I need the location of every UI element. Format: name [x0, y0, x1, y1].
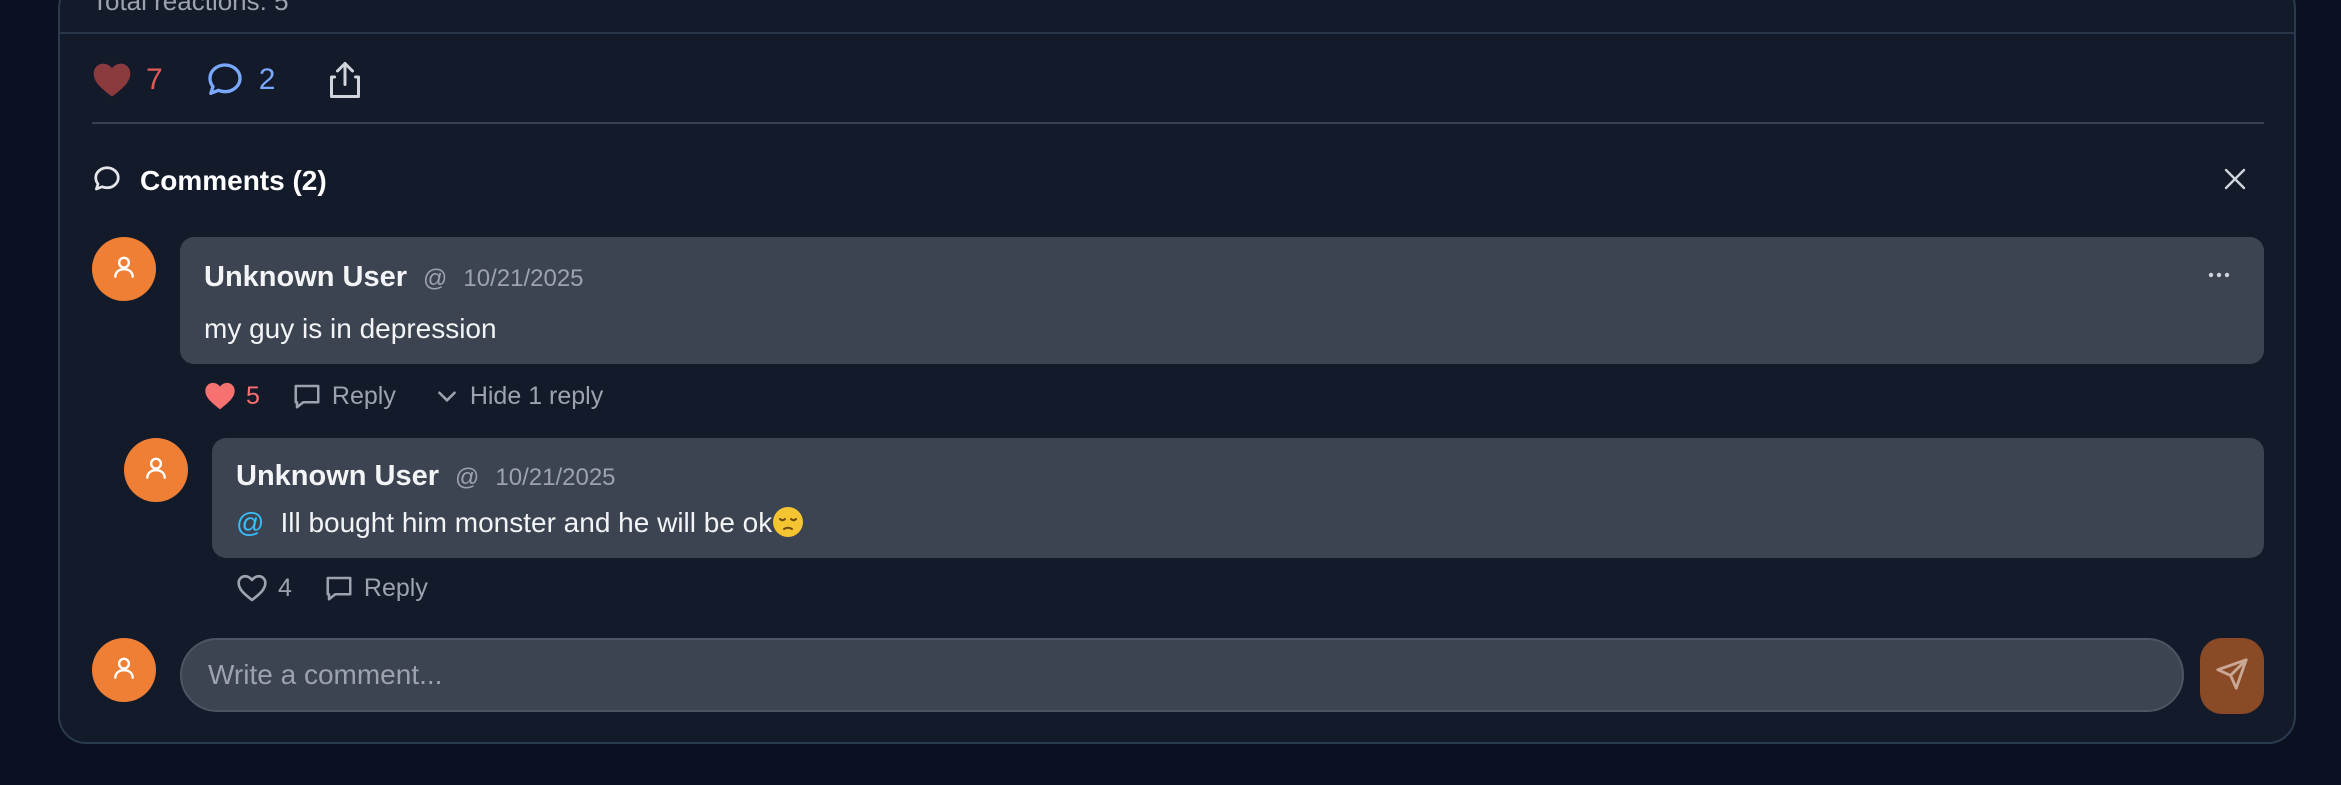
pensive-face-icon	[772, 506, 804, 538]
comment-text: my guy is in depression	[204, 313, 497, 344]
comment-at-symbol: @	[423, 265, 448, 292]
share-icon	[327, 60, 363, 100]
actions-divider	[92, 122, 2264, 124]
reply-reply-label: Reply	[363, 573, 428, 602]
heart-filled-icon	[204, 381, 246, 411]
user-icon	[111, 655, 137, 686]
comment-outline-icon	[92, 164, 122, 199]
comment-input[interactable]	[182, 640, 2182, 710]
post-actions-bar: 7 2	[92, 54, 363, 106]
user-icon	[111, 254, 137, 285]
comment-reply-label: Reply	[331, 381, 396, 410]
more-horizontal-icon	[2208, 266, 2230, 284]
comment-bubble-icon	[205, 60, 245, 100]
user-icon	[143, 455, 169, 486]
post-comment-count: 2	[258, 63, 276, 96]
post-top-divider	[60, 32, 2294, 34]
composer-avatar	[92, 638, 156, 702]
close-icon	[2223, 167, 2247, 196]
reply-avatar[interactable]	[124, 438, 188, 502]
heart-outline-icon	[236, 573, 278, 603]
comments-title: Comments (2)	[140, 165, 327, 196]
reply-at-symbol: @	[455, 464, 480, 491]
comment-like-button[interactable]: 5	[204, 381, 260, 411]
comment-bubble: Unknown User @ 10/21/2025 my guy is in d…	[180, 237, 2264, 364]
close-comments-button[interactable]	[2218, 164, 2252, 198]
reply-bubble: Unknown User @ 10/21/2025 @ Ill bought hi…	[212, 438, 2264, 558]
comment-input-wrapper	[180, 638, 2184, 712]
toggle-replies-button[interactable]: Hide 1 reply	[434, 382, 603, 411]
comment-actions: 5 Reply Hide 1 reply	[204, 376, 603, 416]
reply-actions: 4 Reply	[236, 568, 428, 608]
chevron-down-icon	[434, 383, 470, 409]
reply-mention-tag[interactable]: @	[236, 507, 264, 538]
post-like-button[interactable]: 7	[92, 61, 163, 99]
comment-author[interactable]: Unknown User	[204, 261, 407, 294]
post-like-count: 7	[146, 63, 163, 96]
post-share-button[interactable]	[327, 60, 363, 100]
toggle-replies-label: Hide 1 reply	[469, 381, 604, 410]
reply-like-button[interactable]: 4	[236, 573, 292, 603]
comment-avatar[interactable]	[92, 237, 156, 301]
reply-like-count: 4	[278, 573, 292, 602]
heart-filled-icon	[92, 61, 132, 99]
comment-meta: Unknown User @ 10/21/2025	[204, 261, 584, 294]
reply-text: Ill bought him monster and he will be ok	[280, 507, 773, 538]
reply-text-line: @ Ill bought him monster and he will be o…	[236, 506, 804, 539]
post-reactions-text: Total reactions: 5	[92, 0, 289, 16]
comment-like-count: 5	[246, 381, 260, 410]
post-comment-button[interactable]: 2	[205, 60, 276, 100]
reply-meta: Unknown User @ 10/21/2025	[236, 460, 616, 493]
comment-reply-button[interactable]: Reply	[292, 381, 396, 411]
send-icon	[2215, 657, 2249, 696]
reply-date: 10/21/2025	[495, 464, 616, 491]
comments-header: Comments (2)	[92, 160, 2264, 202]
comment-date: 10/21/2025	[463, 265, 584, 292]
post-card	[58, 0, 2296, 744]
reply-icon	[324, 573, 364, 603]
send-comment-button[interactable]	[2200, 638, 2264, 714]
comment-more-button[interactable]	[2204, 265, 2234, 285]
reply-reply-button[interactable]: Reply	[324, 573, 428, 603]
reply-icon	[292, 381, 332, 411]
reply-author[interactable]: Unknown User	[236, 460, 439, 493]
